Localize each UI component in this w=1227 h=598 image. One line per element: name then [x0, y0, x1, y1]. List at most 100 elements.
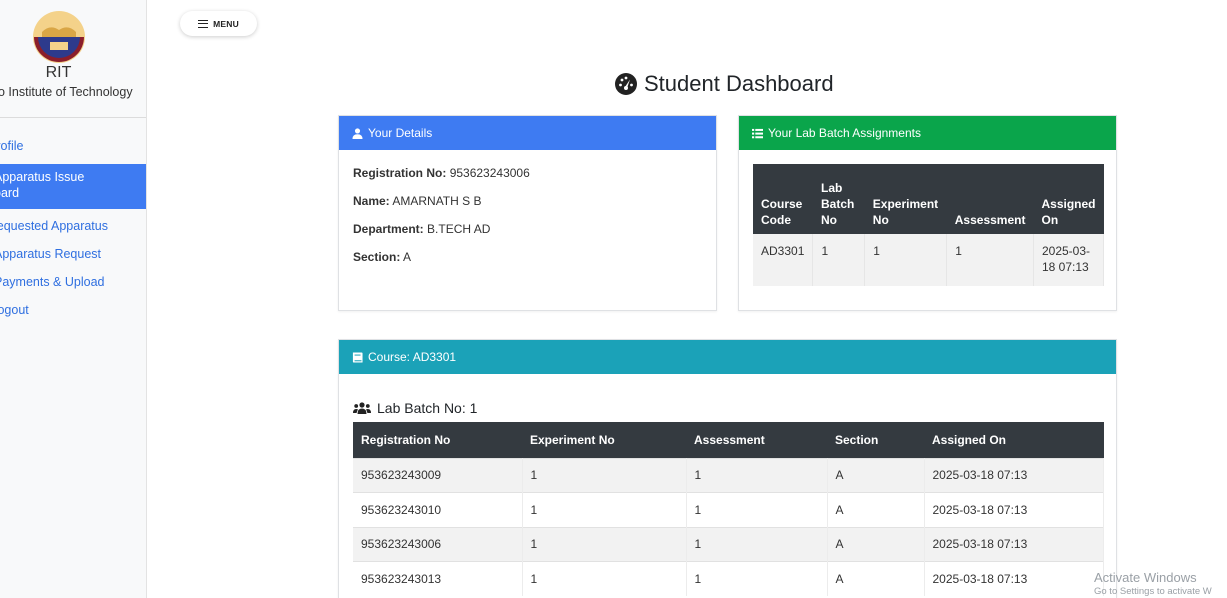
- sidebar-item-apparatus-issue-board[interactable]: Apparatus Issue oard: [0, 164, 146, 209]
- book-icon: [352, 351, 363, 363]
- table-row: 953623243013 1 1 A 2025-03-18 07:13: [353, 561, 1104, 596]
- detail-label: Registration No:: [353, 166, 447, 180]
- activate-windows-watermark: Activate Windows Go to Settings to activ…: [1094, 570, 1212, 597]
- table-cell: A: [827, 492, 925, 527]
- column-header: Lab Batch No: [812, 164, 865, 234]
- hamburger-icon: [198, 19, 209, 28]
- sidebar-item-requested-apparatus[interactable]: lequested Apparatus: [0, 216, 146, 244]
- table-cell: 2025-03-18 07:13: [924, 457, 1104, 493]
- sidebar-item-label: .ogout: [0, 303, 29, 317]
- column-header: Assessment: [686, 422, 827, 458]
- org-short-name: RIT: [45, 64, 72, 81]
- menu-button[interactable]: MENU: [180, 11, 257, 36]
- detail-department: Department: B.TECH AD: [353, 222, 716, 236]
- tachometer-icon: [615, 73, 637, 95]
- page-title-text: Student Dashboard: [644, 71, 834, 96]
- course-card-title: Course: AD3301: [368, 350, 457, 364]
- detail-value: 953623243006: [449, 166, 530, 180]
- column-header: Experiment No: [864, 164, 947, 234]
- sidebar-divider: [0, 117, 146, 118]
- table-header-row: Course Code Lab Batch No Experiment No A…: [753, 164, 1104, 234]
- table-cell: 953623243006: [353, 526, 523, 562]
- detail-value: AMARNATH S B: [392, 194, 482, 208]
- column-header: Assigned On: [924, 422, 1104, 458]
- table-cell: 2025-03-18 07:13: [924, 561, 1104, 596]
- detail-value: A: [403, 250, 412, 264]
- table-cell: 2025-03-18 07:13: [1033, 234, 1105, 286]
- table-row: AD3301 1 1 1 2025-03-18 07:13: [753, 234, 1105, 286]
- detail-label: Section:: [353, 250, 401, 264]
- table-cell: 1: [946, 234, 1034, 286]
- column-header: Experiment No: [522, 422, 686, 458]
- column-header: Assigned On: [1033, 164, 1104, 234]
- batch-card-header: Your Lab Batch Assignments: [739, 116, 1116, 150]
- table-cell: 953623243009: [353, 457, 523, 493]
- watermark-line-1: Activate Windows: [1094, 570, 1197, 585]
- detail-label: Name:: [353, 194, 390, 208]
- table-cell: 953623243013: [353, 561, 523, 596]
- watermark-line-2: Go to Settings to activate W: [1094, 586, 1212, 597]
- details-body: Registration No: 953623243006 Name: AMAR…: [339, 150, 716, 264]
- lab-batch-title: Lab Batch No: 1: [353, 400, 477, 416]
- sidebar-item-label: oard: [0, 186, 20, 200]
- table-cell: 1: [864, 234, 948, 286]
- details-card: Your Details Registration No: 9536232430…: [338, 115, 717, 311]
- users-icon: [353, 402, 371, 414]
- table-cell: 1: [522, 457, 687, 493]
- table-cell: 953623243010: [353, 492, 523, 527]
- page-title: Student Dashboard: [614, 71, 834, 97]
- table-cell: 1: [522, 561, 687, 596]
- list-icon: [752, 128, 763, 138]
- lab-batch-title-text: Lab Batch No: 1: [377, 400, 478, 416]
- batch-assignments-card: Your Lab Batch Assignments Course Code L…: [738, 115, 1117, 311]
- batch-assignments-table: Course Code Lab Batch No Experiment No A…: [753, 164, 1105, 286]
- table-row: 953623243010 1 1 A 2025-03-18 07:13: [353, 492, 1104, 527]
- details-card-header: Your Details: [339, 116, 716, 150]
- sidebar-item-apparatus-request[interactable]: Apparatus Request: [0, 244, 146, 272]
- sidebar-item-label: Apparatus Issue: [0, 170, 85, 184]
- column-header: Registration No: [353, 422, 522, 458]
- sidebar-item-logout[interactable]: .ogout: [0, 300, 146, 328]
- detail-value: B.TECH AD: [427, 222, 491, 236]
- sidebar-item-profile[interactable]: 'rofile: [0, 136, 146, 164]
- table-cell: 1: [686, 561, 828, 596]
- course-card: Course: AD3301 Lab Batch No: 1 Registrat…: [338, 339, 1117, 598]
- detail-label: Department:: [353, 222, 424, 236]
- table-row: 953623243009 1 1 A 2025-03-18 07:13: [353, 457, 1104, 493]
- column-header: Assessment: [946, 164, 1034, 234]
- table-header-row: Registration No Experiment No Assessment…: [353, 422, 1104, 458]
- detail-registration: Registration No: 953623243006: [353, 166, 716, 180]
- sidebar-item-payments-upload[interactable]: Payments & Upload: [0, 272, 146, 300]
- sidebar-item-label: 'rofile: [0, 139, 24, 153]
- course-card-header: Course: AD3301: [339, 340, 1116, 374]
- sidebar-item-label: lequested Apparatus: [0, 219, 108, 233]
- sidebar-item-label: Payments & Upload: [0, 275, 105, 289]
- table-cell: AD3301: [753, 234, 814, 286]
- table-cell: 1: [686, 526, 828, 562]
- org-long-name: o Institute of Technology: [0, 85, 133, 99]
- sidebar: RIT o Institute of Technology 'rofile Ap…: [0, 0, 147, 598]
- table-cell: 1: [522, 526, 687, 562]
- table-cell: A: [827, 526, 925, 562]
- table-cell: 1: [522, 492, 687, 527]
- detail-name: Name: AMARNATH S B: [353, 194, 716, 208]
- table-cell: 1: [686, 457, 828, 493]
- table-cell: A: [827, 561, 925, 596]
- sidebar-nav: 'rofile Apparatus Issue oard lequested A…: [0, 136, 146, 328]
- menu-button-label: MENU: [213, 18, 239, 29]
- table-cell: 2025-03-18 07:13: [924, 492, 1104, 527]
- table-cell: 1: [686, 492, 828, 527]
- college-logo-icon: [33, 11, 85, 63]
- column-header: Section: [827, 422, 924, 458]
- batch-card-title: Your Lab Batch Assignments: [768, 126, 921, 140]
- table-cell: 2025-03-18 07:13: [924, 526, 1104, 562]
- detail-section: Section: A: [353, 250, 716, 264]
- user-icon: [352, 127, 363, 139]
- details-card-title: Your Details: [368, 126, 433, 140]
- table-cell: A: [827, 457, 925, 493]
- course-students-table: Registration No Experiment No Assessment…: [353, 422, 1104, 596]
- table-cell: 1: [812, 234, 866, 286]
- table-row: 953623243006 1 1 A 2025-03-18 07:13: [353, 526, 1104, 562]
- sidebar-item-label: Apparatus Request: [0, 247, 102, 261]
- column-header: Course Code: [753, 164, 813, 234]
